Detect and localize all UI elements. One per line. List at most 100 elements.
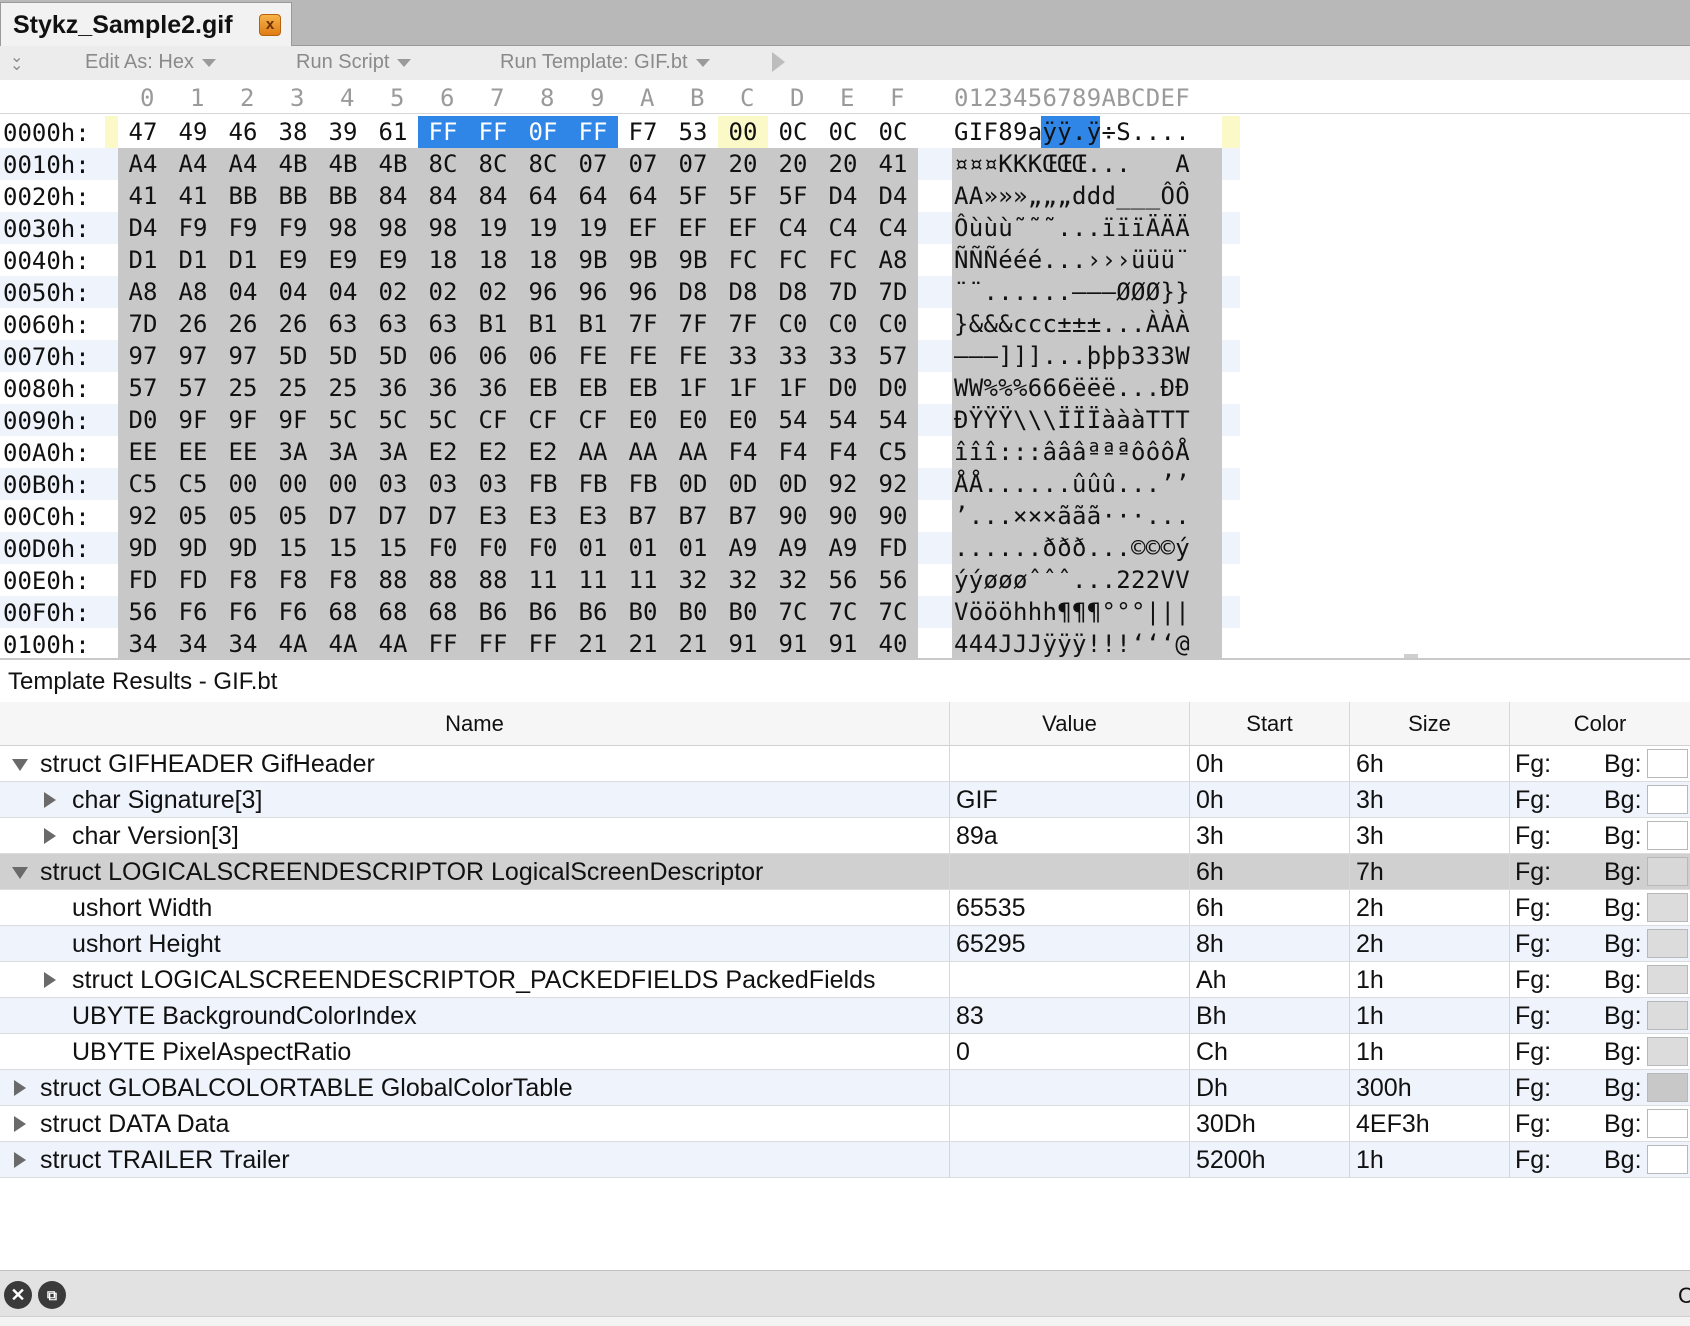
hex-byte[interactable]: C0 bbox=[768, 308, 818, 340]
expanded-triangle-icon[interactable] bbox=[12, 867, 28, 879]
hex-byte[interactable]: 9F bbox=[268, 404, 318, 436]
fg-color-label[interactable]: Fg: bbox=[1515, 998, 1551, 1034]
hex-byte[interactable]: E2 bbox=[468, 436, 518, 468]
bg-color-swatch[interactable] bbox=[1647, 965, 1688, 994]
column-header-start[interactable]: Start bbox=[1190, 702, 1350, 746]
template-row[interactable]: ushort Height 65295 8h 2h Fg: Bg: bbox=[0, 926, 1690, 962]
hex-byte[interactable]: 7D bbox=[868, 276, 918, 308]
ascii-text[interactable]: ———]]]...þþþ333W bbox=[952, 340, 1222, 372]
template-row[interactable]: struct LOGICALSCREENDESCRIPTOR LogicalSc… bbox=[0, 854, 1690, 890]
hex-byte[interactable]: D0 bbox=[118, 404, 168, 436]
hex-byte[interactable]: 84 bbox=[368, 180, 418, 212]
hex-byte[interactable]: 00 bbox=[218, 468, 268, 500]
hex-byte[interactable]: 41 bbox=[118, 180, 168, 212]
hex-byte[interactable]: E0 bbox=[718, 404, 768, 436]
hex-byte[interactable]: 11 bbox=[618, 564, 668, 596]
hex-byte[interactable]: 04 bbox=[218, 276, 268, 308]
hex-byte[interactable]: EE bbox=[168, 436, 218, 468]
hex-byte[interactable]: FC bbox=[768, 244, 818, 276]
hex-byte[interactable]: B7 bbox=[618, 500, 668, 532]
hex-byte[interactable]: 26 bbox=[168, 308, 218, 340]
fg-color-label[interactable]: Fg: bbox=[1515, 854, 1551, 890]
hex-byte[interactable]: A9 bbox=[718, 532, 768, 564]
hex-byte[interactable]: 06 bbox=[468, 340, 518, 372]
hex-byte[interactable]: 84 bbox=[418, 180, 468, 212]
file-tab[interactable]: Stykz_Sample2.gif x bbox=[0, 2, 292, 46]
hex-byte[interactable]: 00 bbox=[318, 468, 368, 500]
hex-byte[interactable]: 0F bbox=[518, 116, 568, 148]
hex-byte[interactable]: B7 bbox=[718, 500, 768, 532]
hex-byte[interactable]: D7 bbox=[318, 500, 368, 532]
template-row[interactable]: struct GIFHEADER GifHeader 0h 6h Fg: Bg: bbox=[0, 746, 1690, 782]
hex-byte[interactable]: FF bbox=[468, 116, 518, 148]
hex-byte[interactable]: CF bbox=[468, 404, 518, 436]
run-script-dropdown[interactable]: Run Script bbox=[296, 51, 412, 74]
hex-byte[interactable]: 01 bbox=[568, 532, 618, 564]
hex-byte[interactable]: B7 bbox=[668, 500, 718, 532]
hex-byte[interactable]: F9 bbox=[168, 212, 218, 244]
hex-byte[interactable]: FF bbox=[418, 628, 468, 658]
template-row[interactable]: char Version[3] 89a 3h 3h Fg: Bg: bbox=[0, 818, 1690, 854]
hex-byte[interactable]: 25 bbox=[218, 372, 268, 404]
hex-byte[interactable]: 4B bbox=[268, 148, 318, 180]
hex-byte[interactable]: 33 bbox=[718, 340, 768, 372]
hex-byte[interactable]: B0 bbox=[668, 596, 718, 628]
bg-color-swatch[interactable] bbox=[1647, 929, 1688, 958]
hex-byte[interactable]: FC bbox=[818, 244, 868, 276]
hex-byte[interactable]: 4B bbox=[318, 148, 368, 180]
hex-byte[interactable]: E2 bbox=[518, 436, 568, 468]
template-row[interactable]: struct GLOBALCOLORTABLE GlobalColorTable… bbox=[0, 1070, 1690, 1106]
fg-color-label[interactable]: Fg: bbox=[1515, 962, 1551, 998]
hex-byte[interactable]: 11 bbox=[568, 564, 618, 596]
hex-byte[interactable]: E0 bbox=[668, 404, 718, 436]
bg-color-label[interactable]: Bg: bbox=[1604, 1106, 1642, 1142]
hex-byte[interactable]: 68 bbox=[368, 596, 418, 628]
hex-byte[interactable]: 98 bbox=[368, 212, 418, 244]
ascii-text[interactable]: AA»»»„„„ddd___ÔÔ bbox=[952, 180, 1222, 212]
hex-byte[interactable]: FE bbox=[668, 340, 718, 372]
hex-byte[interactable]: 5D bbox=[368, 340, 418, 372]
hex-byte[interactable]: 41 bbox=[168, 180, 218, 212]
hex-byte[interactable]: EF bbox=[618, 212, 668, 244]
hex-byte[interactable]: A8 bbox=[168, 276, 218, 308]
hex-byte[interactable]: 1F bbox=[768, 372, 818, 404]
hex-byte[interactable]: 03 bbox=[468, 468, 518, 500]
ascii-text[interactable]: GIF89aÿÿ.ÿ÷S.... bbox=[952, 116, 1222, 148]
hex-byte[interactable]: 8C bbox=[518, 148, 568, 180]
hex-byte[interactable]: 0C bbox=[818, 116, 868, 148]
hex-byte[interactable]: 64 bbox=[568, 180, 618, 212]
hex-byte[interactable]: 11 bbox=[518, 564, 568, 596]
hex-byte[interactable]: 34 bbox=[118, 628, 168, 658]
fg-color-label[interactable]: Fg: bbox=[1515, 1034, 1551, 1070]
hex-byte[interactable]: 7F bbox=[668, 308, 718, 340]
hex-byte[interactable]: 68 bbox=[418, 596, 468, 628]
hex-byte[interactable]: EB bbox=[568, 372, 618, 404]
hex-byte[interactable]: 88 bbox=[418, 564, 468, 596]
ascii-text[interactable]: îîî:::âââªªªôôôÅ bbox=[952, 436, 1222, 468]
hex-byte[interactable]: B1 bbox=[568, 308, 618, 340]
column-header-name[interactable]: Name bbox=[0, 702, 950, 746]
template-row[interactable]: struct LOGICALSCREENDESCRIPTOR_PACKEDFIE… bbox=[0, 962, 1690, 998]
hex-byte[interactable]: FD bbox=[868, 532, 918, 564]
hex-byte[interactable]: 92 bbox=[868, 468, 918, 500]
hex-byte[interactable]: 5C bbox=[418, 404, 468, 436]
hex-byte[interactable]: 0D bbox=[668, 468, 718, 500]
hex-byte[interactable]: 36 bbox=[368, 372, 418, 404]
hex-byte[interactable]: 18 bbox=[418, 244, 468, 276]
hex-byte[interactable]: 41 bbox=[868, 148, 918, 180]
fg-color-label[interactable]: Fg: bbox=[1515, 1142, 1551, 1178]
hex-byte[interactable]: 32 bbox=[768, 564, 818, 596]
bg-color-swatch[interactable] bbox=[1647, 1145, 1688, 1174]
hex-byte[interactable]: 26 bbox=[218, 308, 268, 340]
hex-byte[interactable]: 64 bbox=[518, 180, 568, 212]
template-row[interactable]: struct TRAILER Trailer 5200h 1h Fg: Bg: bbox=[0, 1142, 1690, 1178]
hex-byte[interactable]: 39 bbox=[318, 116, 368, 148]
hex-byte[interactable]: A4 bbox=[218, 148, 268, 180]
ascii-text[interactable]: ......ððð...©©©ý bbox=[952, 532, 1222, 564]
ascii-text[interactable]: WW%%%666ëëë...ÐÐ bbox=[952, 372, 1222, 404]
hex-byte[interactable]: 63 bbox=[368, 308, 418, 340]
hex-byte[interactable]: 1F bbox=[668, 372, 718, 404]
hex-byte[interactable]: 5F bbox=[668, 180, 718, 212]
run-template-dropdown[interactable]: Run Template: GIF.bt bbox=[500, 51, 710, 74]
hex-byte[interactable]: 96 bbox=[568, 276, 618, 308]
